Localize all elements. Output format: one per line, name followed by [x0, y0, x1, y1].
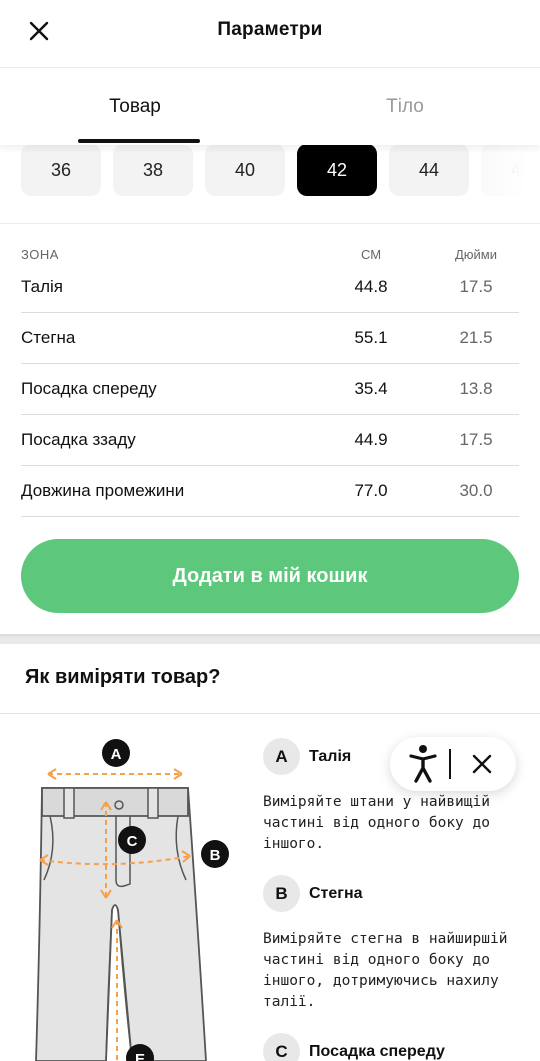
- tab-bar: Товар Тіло: [0, 69, 540, 145]
- size-chip-38[interactable]: 38: [113, 144, 193, 196]
- zone-cell: Посадка спереду: [21, 379, 157, 398]
- measure-label-front-rise: Посадка спереду: [309, 1043, 445, 1060]
- page-title: Параметри: [217, 19, 323, 40]
- size-chip-42-selected[interactable]: 42: [297, 144, 377, 196]
- zone-cell: Довжина промежини: [21, 481, 185, 500]
- separator: [449, 749, 451, 779]
- measure-description-waist: Виміряйте штани у найвищій частині від о…: [263, 794, 490, 852]
- pants-measurement-diagram: A B C E: [20, 730, 240, 1061]
- measure-description-hips: Виміряйте стегна в найширшій частині від…: [263, 931, 508, 1010]
- accessibility-widget: [390, 737, 516, 791]
- cm-cell: 35.4: [354, 379, 388, 398]
- column-header-inches: Дюйми: [454, 247, 497, 262]
- measure-item-b: B Стегна Виміряйте стегна в найширшій ча…: [263, 875, 523, 1013]
- add-to-cart-button[interactable]: Додати в мій кошик: [21, 539, 519, 613]
- tab-product[interactable]: Товар: [0, 69, 270, 145]
- cm-cell: 44.9: [354, 430, 388, 449]
- zone-cell: Посадка ззаду: [21, 430, 136, 449]
- table-row: Посадка ззаду 44.9 17.5: [21, 415, 519, 466]
- inches-cell: 30.0: [459, 481, 493, 500]
- measure-item-c: C Посадка спереду: [263, 1033, 523, 1061]
- table-row: Стегна 55.1 21.5: [21, 313, 519, 364]
- how-to-measure-title: Як виміряти товар?: [25, 666, 221, 688]
- measurements-table: ЗОНА СМ Дюйми Талія 44.8 17.5 Стегна 55.…: [21, 238, 519, 517]
- measure-label-waist: Талія: [309, 748, 352, 765]
- table-row: Талія 44.8 17.5: [21, 268, 519, 313]
- measure-label-hips: Стегна: [309, 885, 363, 902]
- active-tab-indicator: [78, 139, 200, 143]
- marker-c: C: [127, 833, 138, 850]
- top-bar: Параметри: [0, 0, 540, 68]
- size-chip-44[interactable]: 44: [389, 144, 469, 196]
- size-chip-36[interactable]: 36: [21, 144, 101, 196]
- divider: [0, 713, 540, 714]
- inches-cell: 13.8: [459, 379, 493, 398]
- table-row: Довжина промежини 77.0 30.0: [21, 466, 519, 517]
- size-selector: 36 38 40 42 44 46: [0, 144, 540, 224]
- zone-cell: Стегна: [21, 328, 76, 347]
- size-chip-40[interactable]: 40: [205, 144, 285, 196]
- marker-b: B: [210, 847, 221, 864]
- measure-badge-c: C: [263, 1033, 300, 1061]
- cm-cell: 55.1: [354, 328, 388, 347]
- zone-cell: Талія: [21, 277, 63, 296]
- table-header: ЗОНА СМ Дюйми: [21, 238, 519, 268]
- measure-badge-a: A: [263, 738, 300, 775]
- scroll-fade: [470, 144, 540, 204]
- tab-body[interactable]: Тіло: [270, 69, 540, 145]
- column-header-zone: ЗОНА: [21, 247, 59, 262]
- column-header-cm: СМ: [360, 247, 382, 262]
- diagram-markers: A B C E: [102, 739, 229, 1061]
- table-row: Посадка спереду 35.4 13.8: [21, 364, 519, 415]
- close-icon[interactable]: [468, 750, 496, 778]
- section-divider: [0, 634, 540, 644]
- inches-cell: 17.5: [459, 430, 493, 449]
- inches-cell: 21.5: [459, 328, 493, 347]
- cm-cell: 44.8: [354, 277, 388, 296]
- measure-badge-b: B: [263, 875, 300, 912]
- inches-cell: 17.5: [459, 277, 493, 296]
- accessibility-icon[interactable]: [408, 744, 438, 784]
- cm-cell: 77.0: [354, 481, 388, 500]
- marker-a: A: [111, 746, 122, 763]
- marker-e: E: [135, 1051, 145, 1061]
